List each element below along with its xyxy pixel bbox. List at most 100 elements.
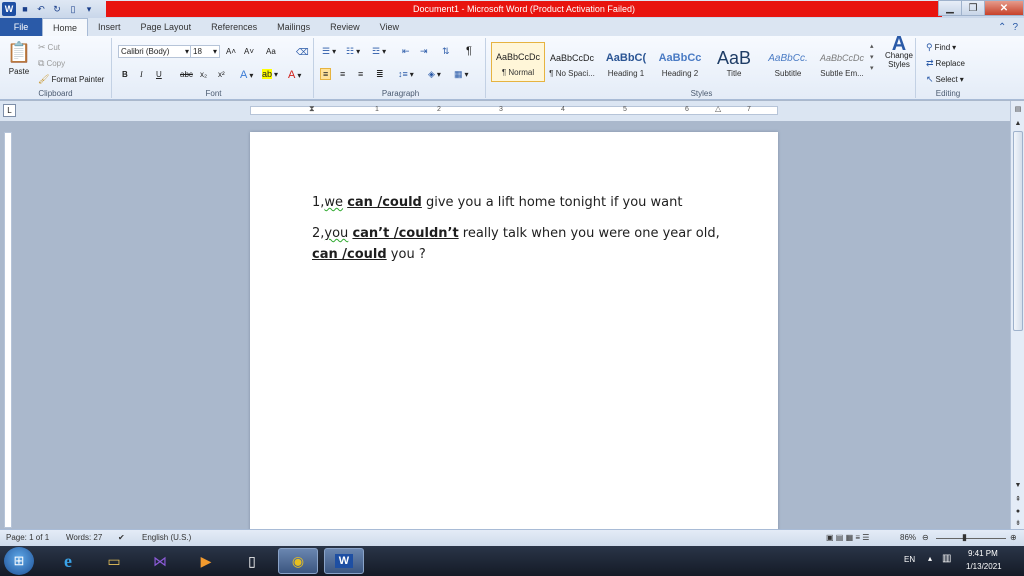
document-area[interactable]: 1,we can /could give you a lift home ton…: [16, 121, 1010, 529]
style-subtitle[interactable]: AaBbCc. Subtitle: [761, 42, 815, 82]
style-heading-2[interactable]: AaBbCc Heading 2: [653, 42, 707, 82]
visual-studio-icon[interactable]: ⋈: [140, 548, 180, 574]
tab-mailings[interactable]: Mailings: [267, 18, 320, 36]
zoom-slider-thumb[interactable]: ▮: [962, 532, 967, 543]
paste-button[interactable]: 📋 Paste: [6, 40, 32, 76]
word-logo-icon[interactable]: W: [2, 2, 16, 16]
chevron-up-icon[interactable]: ▴: [928, 554, 932, 563]
tab-home[interactable]: Home: [42, 18, 89, 36]
customize-toolbar-icon[interactable]: ▾: [82, 2, 96, 16]
superscript-button[interactable]: x²: [218, 70, 225, 79]
document-line-3[interactable]: can /could you ?: [312, 244, 426, 265]
ruler-toggle-icon[interactable]: ▤: [1012, 103, 1024, 115]
tab-references[interactable]: References: [201, 18, 267, 36]
sort-button[interactable]: ⇅: [442, 46, 450, 57]
more-styles-icon[interactable]: ▾: [870, 64, 874, 72]
help-icon[interactable]: ?: [1012, 22, 1018, 33]
tab-file[interactable]: File: [0, 18, 42, 36]
new-document-icon[interactable]: ▯: [66, 2, 80, 16]
zoom-level[interactable]: 86%: [900, 533, 916, 542]
grow-font-button[interactable]: A˄: [226, 47, 236, 56]
zoom-slider[interactable]: [936, 538, 1006, 539]
style-subtle-emphasis[interactable]: AaBbCcDc Subtle Em...: [815, 42, 869, 82]
style-title[interactable]: AaB Title: [707, 42, 761, 82]
scroll-down-icon[interactable]: ▼: [1012, 479, 1024, 491]
tab-insert[interactable]: Insert: [88, 18, 131, 36]
clock-time[interactable]: 9:41 PM: [968, 549, 998, 558]
word-count[interactable]: Words: 27: [66, 533, 102, 542]
language-indicator-tray[interactable]: EN: [904, 555, 915, 564]
undo-icon[interactable]: ↶: [34, 2, 48, 16]
previous-page-icon[interactable]: ⇞: [1012, 493, 1024, 505]
vertical-scrollbar[interactable]: ▤ ▲ ▼ ⇞ ● ⇟: [1010, 101, 1024, 529]
start-button[interactable]: ⊞: [4, 547, 34, 575]
tab-view[interactable]: View: [370, 18, 409, 36]
styles-scroll[interactable]: ▴ ▾ ▾: [870, 42, 874, 72]
font-size-box[interactable]: 18 ▾: [190, 45, 220, 58]
clear-formatting-icon[interactable]: ⌫: [296, 47, 309, 58]
chrome-icon[interactable]: ◉: [278, 548, 318, 574]
media-player-icon[interactable]: ▶: [186, 548, 226, 574]
next-page-icon[interactable]: ⇟: [1012, 517, 1024, 529]
tab-selector-button[interactable]: L: [3, 104, 16, 117]
style-no-spacing[interactable]: AaBbCcDc ¶ No Spaci...: [545, 42, 599, 82]
font-color-button[interactable]: A ▾: [288, 69, 301, 81]
cut-button[interactable]: ✂ Cut: [38, 42, 60, 53]
tab-review[interactable]: Review: [320, 18, 370, 36]
bold-button[interactable]: B: [122, 70, 128, 79]
copy-button[interactable]: ⧉ Copy: [38, 58, 65, 69]
clock-date[interactable]: 1/13/2021: [966, 562, 1002, 571]
change-case-button[interactable]: Aa: [266, 47, 276, 56]
style-heading-1[interactable]: AaBbC( Heading 1: [599, 42, 653, 82]
zoom-in-icon[interactable]: ⊕: [1010, 533, 1017, 542]
minimize-button[interactable]: ▁: [938, 0, 962, 16]
style-normal[interactable]: AaBbCcDc ¶ Normal: [491, 42, 545, 82]
indent-marker-icon[interactable]: ⧗: [309, 104, 315, 114]
shading-button[interactable]: ◈ ▾: [428, 69, 441, 80]
align-left-button[interactable]: ≡: [320, 68, 332, 80]
format-painter-button[interactable]: 🖌 Format Painter: [38, 74, 104, 85]
select-button[interactable]: ↖ Select ▾: [926, 74, 964, 85]
underline-button[interactable]: U: [156, 70, 162, 79]
internet-explorer-icon[interactable]: e: [48, 548, 88, 574]
chevron-up-icon[interactable]: ▴: [870, 42, 874, 50]
justify-button[interactable]: ≣: [376, 69, 384, 80]
find-button[interactable]: ⚲ Find ▾: [926, 42, 956, 53]
font-name-box[interactable]: Calibri (Body) ▾: [118, 45, 192, 58]
italic-button[interactable]: I: [140, 70, 143, 79]
document-page[interactable]: 1,we can /could give you a lift home ton…: [250, 132, 778, 529]
scroll-up-icon[interactable]: ▲: [1012, 117, 1024, 129]
horizontal-ruler[interactable]: 1 2 3 4 5 6 7 ⧗ △: [250, 104, 778, 115]
browse-object-icon[interactable]: ●: [1012, 505, 1024, 517]
page-count[interactable]: Page: 1 of 1: [6, 533, 49, 542]
minimize-ribbon-icon[interactable]: ⌃: [998, 22, 1006, 33]
tab-page-layout[interactable]: Page Layout: [131, 18, 202, 36]
line-spacing-button[interactable]: ↕≡ ▾: [398, 69, 414, 79]
scrollbar-thumb[interactable]: [1013, 131, 1023, 331]
highlight-button[interactable]: ab ▾: [262, 69, 278, 79]
borders-button[interactable]: ▦ ▾: [454, 69, 469, 80]
file-explorer-icon[interactable]: ▭: [94, 548, 134, 574]
show-formatting-button[interactable]: ¶: [466, 45, 472, 57]
change-styles-button[interactable]: A Change Styles: [882, 34, 916, 69]
blank-document-icon[interactable]: ▯: [232, 548, 272, 574]
network-icon[interactable]: ▥: [942, 553, 951, 564]
right-indent-marker-icon[interactable]: △: [715, 104, 721, 113]
view-buttons[interactable]: ▣ ▤ ▦ ≡ ☰: [826, 533, 869, 542]
redo-icon[interactable]: ↻: [50, 2, 64, 16]
restore-button[interactable]: ❐: [961, 0, 985, 16]
chevron-down-icon[interactable]: ▾: [870, 53, 874, 61]
decrease-indent-button[interactable]: ⇤: [402, 46, 410, 57]
shrink-font-button[interactable]: A˅: [244, 47, 254, 56]
document-line-2[interactable]: 2,you can’t /couldn’t really talk when y…: [312, 223, 720, 244]
document-line-1[interactable]: 1,we can /could give you a lift home ton…: [312, 192, 682, 213]
proofing-icon[interactable]: ✔: [118, 533, 125, 542]
subscript-button[interactable]: x₂: [200, 70, 207, 79]
align-center-button[interactable]: ≡: [340, 69, 345, 79]
close-button[interactable]: ✕: [984, 0, 1024, 16]
strikethrough-button[interactable]: abc: [180, 70, 193, 79]
zoom-out-icon[interactable]: ⊖: [922, 533, 929, 542]
bullets-button[interactable]: ☰ ▾: [322, 46, 336, 57]
text-effects-button[interactable]: A ▾: [240, 69, 253, 81]
increase-indent-button[interactable]: ⇥: [420, 46, 428, 57]
